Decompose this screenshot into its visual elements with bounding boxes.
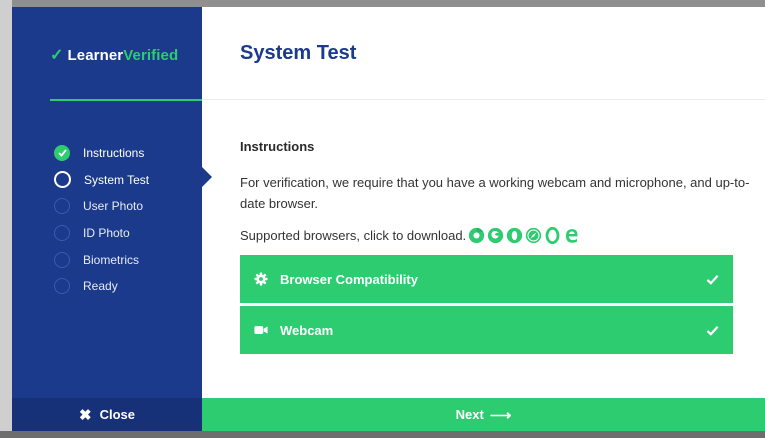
step-ready[interactable]: Ready [54, 273, 149, 300]
check-label: Browser Compatibility [280, 271, 418, 287]
step-pending-icon [54, 225, 70, 242]
step-biometrics[interactable]: Biometrics [54, 246, 149, 273]
step-list: Instructions System Test User Photo ID P… [54, 140, 149, 300]
instructions-text: For verification, we require that you ha… [240, 175, 750, 211]
step-label: System Test [84, 172, 150, 187]
checkmark-icon [706, 274, 719, 285]
section-heading: Instructions [240, 139, 315, 154]
opera-icon[interactable] [544, 227, 561, 244]
logo: ✓ Learner Verified [50, 45, 178, 65]
logo-text-verified: Verified [123, 46, 179, 64]
step-current-icon [54, 171, 71, 189]
arrow-right-icon: ⟶ [489, 406, 512, 424]
verification-modal: ✓ Learner Verified Instructions System Te… [12, 7, 765, 431]
step-pending-icon [54, 278, 70, 295]
webcam-check[interactable]: Webcam [240, 306, 733, 354]
step-instructions[interactable]: Instructions [54, 140, 149, 167]
main-panel: System Test Instructions For verificatio… [202, 7, 765, 431]
checkmark-logo-icon: ✓ [50, 47, 64, 64]
step-label: ID Photo [83, 226, 130, 241]
step-pending-icon [54, 198, 70, 215]
step-system-test[interactable]: System Test [54, 167, 149, 194]
logo-text-learner: Learner [67, 46, 124, 64]
gear-icon [254, 272, 268, 286]
background-page-strip [0, 0, 12, 431]
close-label: Close [99, 407, 135, 422]
logo-divider [50, 99, 202, 101]
chrome-icon[interactable] [468, 227, 485, 244]
close-button[interactable]: ✖ Close [12, 398, 202, 431]
sidebar: ✓ Learner Verified Instructions System Te… [12, 7, 202, 431]
supported-browsers: Supported browsers, click to download. [240, 227, 582, 244]
browser-icons [468, 227, 582, 244]
video-camera-icon [254, 326, 268, 334]
firefox-icon[interactable] [487, 227, 504, 244]
step-complete-icon [54, 145, 70, 162]
step-label: Instructions [83, 146, 145, 161]
title-divider [202, 99, 765, 100]
background-page-bottom [0, 431, 765, 438]
step-id-photo[interactable]: ID Photo [54, 220, 149, 247]
browser-compatibility-check[interactable]: Browser Compatibility [240, 255, 733, 303]
close-icon: ✖ [79, 406, 92, 424]
step-pending-icon [54, 251, 70, 268]
step-label: Biometrics [83, 252, 140, 267]
step-user-photo[interactable]: User Photo [54, 193, 149, 220]
supported-browsers-text: Supported browsers, click to download. [240, 228, 467, 243]
safari-icon[interactable] [525, 227, 542, 244]
check-label: Webcam [280, 322, 334, 338]
next-label: Next [455, 407, 484, 422]
checkmark-icon [706, 325, 719, 336]
edge-icon[interactable] [563, 227, 580, 244]
opera-icon[interactable] [506, 227, 523, 244]
step-label: Ready [83, 279, 118, 294]
page-title: System Test [240, 42, 357, 64]
step-label: User Photo [83, 199, 144, 214]
next-button[interactable]: Next ⟶ [202, 398, 765, 431]
